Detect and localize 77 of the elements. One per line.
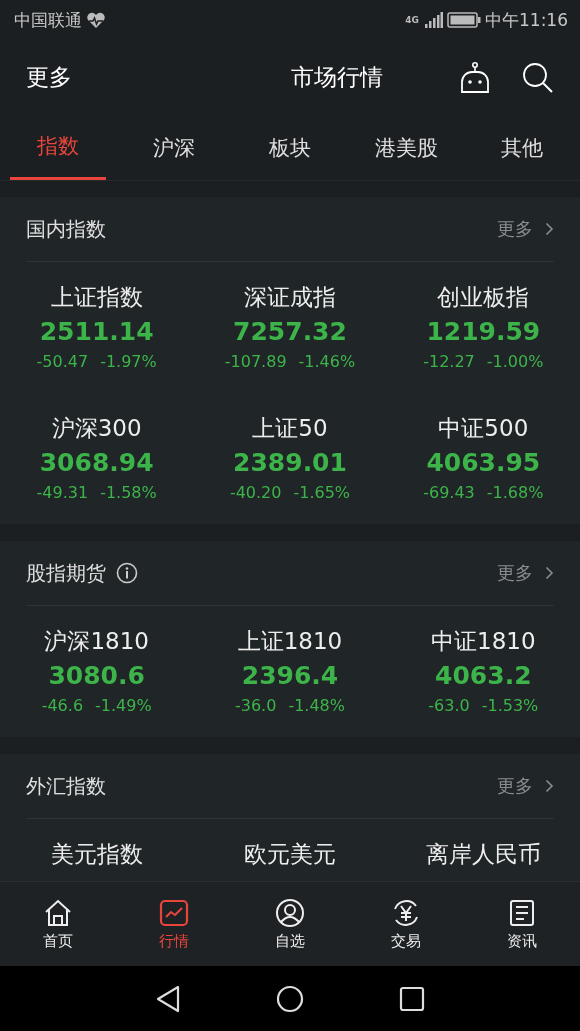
section-title: 国内指数 [26, 215, 106, 243]
change-value: -49.31 [36, 483, 89, 502]
index-value: 3080.6 [48, 661, 145, 690]
tab[interactable]: 沪深 [126, 115, 222, 180]
index-name: 沪深300 [51, 414, 142, 443]
index-name: 离岸人民币 [425, 840, 541, 869]
index-value: 4063.2 [435, 661, 532, 690]
more-link[interactable]: 更多 [497, 561, 554, 585]
index-name: 深证成指 [244, 283, 336, 312]
nav-tab[interactable]: 自选 [232, 882, 348, 966]
section-title: 外汇指数 [26, 772, 106, 800]
back-button[interactable] [155, 984, 181, 1013]
change-value: -69.43 [423, 483, 475, 502]
more-link[interactable]: 更多 [497, 774, 554, 798]
index-value: 1219.59 [426, 317, 541, 346]
index-value: 4063.95 [426, 448, 541, 477]
index-value: 2396.4 [241, 661, 339, 690]
tab[interactable]: 板块 [242, 115, 338, 180]
nav-tab[interactable]: 资讯 [464, 882, 580, 966]
index-value: 7257.32 [233, 317, 347, 346]
home-icon [43, 897, 73, 928]
chart-icon [159, 897, 189, 928]
change-percent: -1.00% [486, 352, 544, 371]
index-name: 中证500 [438, 414, 529, 443]
network-label: 4G [405, 15, 419, 25]
more-link[interactable]: 更多 [497, 217, 554, 241]
change-value: -50.47 [36, 352, 89, 371]
index-name: 创业板指 [437, 283, 530, 312]
person-icon [275, 897, 305, 928]
index-value: 2511.14 [39, 317, 154, 346]
battery-icon [447, 12, 481, 28]
nav-tab[interactable]: 首页 [0, 882, 116, 966]
change-value: -107.89 [224, 352, 287, 371]
change-percent: -1.46% [298, 352, 356, 371]
change-percent: -1.58% [100, 483, 157, 502]
info-icon[interactable] [116, 562, 138, 584]
more-link[interactable]: 更多 [26, 62, 176, 93]
robot-icon[interactable] [458, 61, 492, 94]
chevron-icon [545, 566, 554, 580]
chevron-icon [545, 779, 554, 793]
change-percent: -1.53% [481, 696, 539, 715]
change-percent: -1.65% [293, 483, 351, 502]
change-percent: -1.68% [486, 483, 544, 502]
change-percent: -1.48% [288, 696, 345, 715]
index-name: 欧元美元 [244, 840, 336, 869]
nav-tab[interactable]: 交易 [348, 882, 464, 966]
home-button[interactable] [276, 984, 304, 1013]
nav-tab[interactable]: 行情 [116, 882, 232, 966]
change-value: -63.0 [428, 696, 470, 715]
index-name: 沪深1810 [44, 627, 149, 656]
change-value: -46.6 [41, 696, 84, 715]
recents-button[interactable] [399, 985, 425, 1012]
tab[interactable]: 指数 [10, 115, 106, 180]
change-percent: -1.49% [95, 696, 152, 715]
chevron-icon [545, 222, 554, 236]
yen-icon [391, 897, 421, 928]
change-value: -12.27 [423, 352, 475, 371]
tab[interactable]: 其他 [474, 115, 570, 180]
document-icon [507, 897, 537, 928]
index-name: 上证1810 [237, 627, 343, 656]
index-name: 上证指数 [50, 283, 143, 312]
change-value: -36.0 [235, 696, 277, 715]
search-icon[interactable] [522, 61, 554, 94]
index-name: 美元指数 [50, 840, 143, 869]
index-name: 上证50 [252, 414, 328, 443]
signal-icon [425, 12, 443, 28]
tab[interactable]: 港美股 [358, 115, 454, 180]
heart-icon [86, 11, 106, 29]
change-value: -40.20 [229, 483, 282, 502]
clock-time: 中午11:16 [485, 8, 568, 32]
index-value: 3068.94 [39, 448, 154, 477]
index-name: 中证1810 [431, 627, 536, 656]
change-percent: -1.97% [100, 352, 157, 371]
page-title: 市场行情 [290, 63, 384, 92]
index-value: 2389.01 [233, 448, 347, 477]
section-title: 股指期货 [26, 559, 106, 587]
carrier-name: 中国联通 [14, 8, 82, 32]
